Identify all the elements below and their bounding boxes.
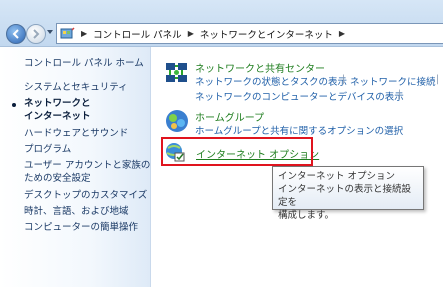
chevron-right-icon[interactable]: ▶: [339, 29, 345, 38]
link-network-status[interactable]: ネットワークの状態とタスクの表示: [195, 74, 347, 88]
breadcrumb-control-panel[interactable]: コントロール パネル: [93, 27, 182, 41]
chevron-right-icon[interactable]: ▶: [188, 29, 194, 38]
tooltip-line: 構成します。: [278, 210, 335, 221]
back-button[interactable]: [6, 24, 26, 44]
forward-button[interactable]: [26, 24, 46, 44]
category-title-network-center[interactable]: ネットワークと共有センター: [195, 60, 325, 75]
tooltip-line: インターネットの表示と接続設定を: [278, 184, 412, 208]
sidebar-item-label: ユーザー アカウントと家族の: [24, 160, 151, 171]
current-item-bullet-icon: [12, 103, 16, 107]
network-center-icon[interactable]: [164, 60, 190, 86]
sidebar-item-clock-language-region[interactable]: 時計、言語、および地域: [24, 205, 129, 218]
history-dropdown-icon[interactable]: [47, 30, 53, 34]
highlight-box: [161, 137, 313, 166]
breadcrumb-network-internet[interactable]: ネットワークとインターネット: [200, 27, 333, 41]
sidebar-item-label: ための安全設定: [24, 173, 91, 184]
arrow-left-icon: [12, 29, 19, 39]
link-separator: |: [398, 89, 402, 100]
link-homegroup-options[interactable]: ホームグループと共有に関するオプションの選択: [195, 123, 403, 137]
address-bar: ▶ コントロール パネル ▶ ネットワークとインターネット ▶: [0, 0, 443, 47]
breadcrumb[interactable]: ▶ コントロール パネル ▶ ネットワークとインターネット ▶: [56, 23, 443, 44]
tooltip-title: インターネット オプション: [278, 171, 396, 182]
control-panel-icon: [60, 27, 75, 40]
link-connect-network[interactable]: ネットワークに接続: [350, 74, 436, 88]
tooltip: インターネット オプション インターネットの表示と接続設定を 構成します。: [272, 166, 424, 221]
sidebar-item-label: インターネット: [24, 111, 91, 122]
arrow-right-icon: [33, 29, 40, 39]
link-separator: |: [436, 74, 440, 85]
sidebar-item-ease-of-access[interactable]: コンピューターの簡単操作: [24, 221, 138, 234]
sidebar-item-hardware-sound[interactable]: ハードウェアとサウンド: [24, 127, 128, 140]
sidebar-item-system-security[interactable]: システムとセキュリティ: [24, 81, 128, 94]
category-title-homegroup[interactable]: ホームグループ: [195, 109, 264, 124]
sidebar-item-desktop-customization[interactable]: デスクトップのカスタマイズ: [24, 189, 147, 202]
link-network-computers[interactable]: ネットワークのコンピューターとデバイスの表示: [195, 89, 404, 103]
sidebar-item-network-internet: ネットワークと インターネット: [24, 97, 91, 123]
sidebar-item-home[interactable]: コントロール パネル ホーム: [24, 57, 144, 70]
sidebar-item-programs[interactable]: プログラム: [24, 143, 71, 156]
link-separator: |: [342, 74, 346, 85]
chevron-right-icon[interactable]: ▶: [81, 29, 87, 38]
sidebar-item-user-accounts[interactable]: ユーザー アカウントと家族の ための安全設定: [24, 159, 150, 185]
homegroup-icon[interactable]: [164, 108, 190, 134]
sidebar-item-label: ネットワークと: [24, 98, 91, 109]
